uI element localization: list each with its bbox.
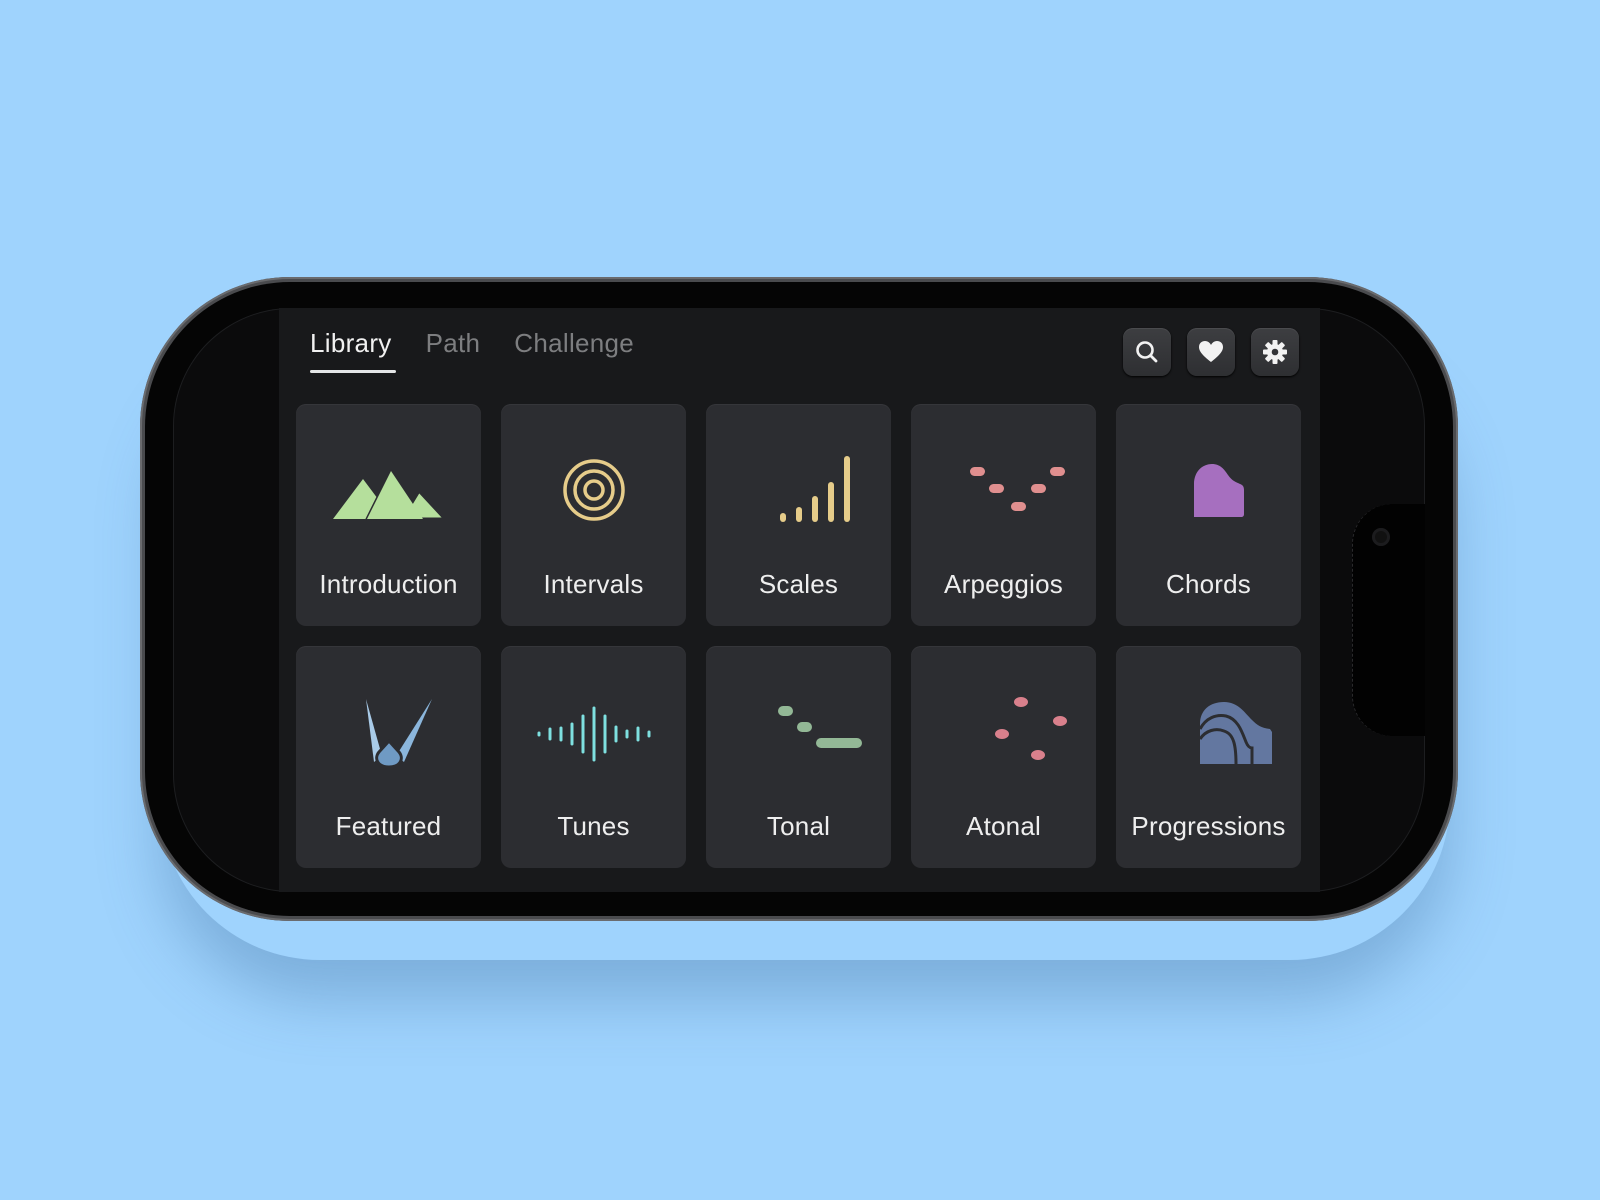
category-card-tunes[interactable]: Tunes [501, 646, 686, 868]
camera-icon [1372, 528, 1390, 546]
category-label: Chords [1165, 569, 1251, 599]
category-card-intervals[interactable]: Intervals [501, 404, 686, 626]
tab-challenge[interactable]: Challenge [514, 328, 634, 373]
waveform-icon [537, 706, 650, 762]
spotlights-icon [365, 699, 432, 769]
layered-hills-icon [1198, 702, 1272, 765]
gear-icon [1263, 340, 1287, 364]
category-label: Atonal [966, 811, 1041, 841]
search-button[interactable] [1123, 328, 1171, 376]
category-label: Tunes [557, 811, 630, 841]
favorites-button[interactable] [1187, 328, 1235, 376]
grand-piano-icon [1193, 464, 1244, 517]
library-app: Library Path Challenge Introduction Inte… [279, 308, 1320, 892]
category-label: Tonal [766, 811, 831, 841]
category-card-scales[interactable]: Scales [706, 404, 891, 626]
category-card-featured[interactable]: Featured [296, 646, 481, 868]
scattered-dots-icon [994, 697, 1067, 760]
settings-button[interactable] [1251, 328, 1299, 376]
category-label: Intervals [543, 569, 644, 599]
category-grid: Introduction Intervals Scales Arpeggios … [296, 404, 1301, 868]
category-card-arpeggios[interactable]: Arpeggios [911, 404, 1096, 626]
category-card-tonal[interactable]: Tonal [706, 646, 891, 868]
category-card-chords[interactable]: Chords [1116, 404, 1301, 626]
category-card-introduction[interactable]: Introduction [296, 404, 481, 626]
toolbar [1123, 328, 1299, 376]
tab-bar: Library Path Challenge [310, 328, 668, 373]
category-label: Featured [335, 811, 442, 841]
descending-notes-icon [777, 706, 862, 748]
category-label: Arpeggios [944, 569, 1063, 599]
ascending-bars-icon [779, 456, 850, 522]
mountains-icon [332, 469, 448, 521]
category-label: Introduction [319, 569, 458, 599]
category-card-atonal[interactable]: Atonal [911, 646, 1096, 868]
category-label: Progressions [1131, 811, 1286, 841]
category-label: Scales [758, 569, 839, 599]
search-icon [1136, 341, 1158, 363]
heart-icon [1199, 341, 1223, 362]
tab-path[interactable]: Path [426, 328, 481, 373]
v-dots-icon [969, 467, 1065, 511]
tab-library[interactable]: Library [310, 328, 396, 373]
concentric-circles-icon [562, 459, 625, 521]
category-card-progressions[interactable]: Progressions [1116, 646, 1301, 868]
